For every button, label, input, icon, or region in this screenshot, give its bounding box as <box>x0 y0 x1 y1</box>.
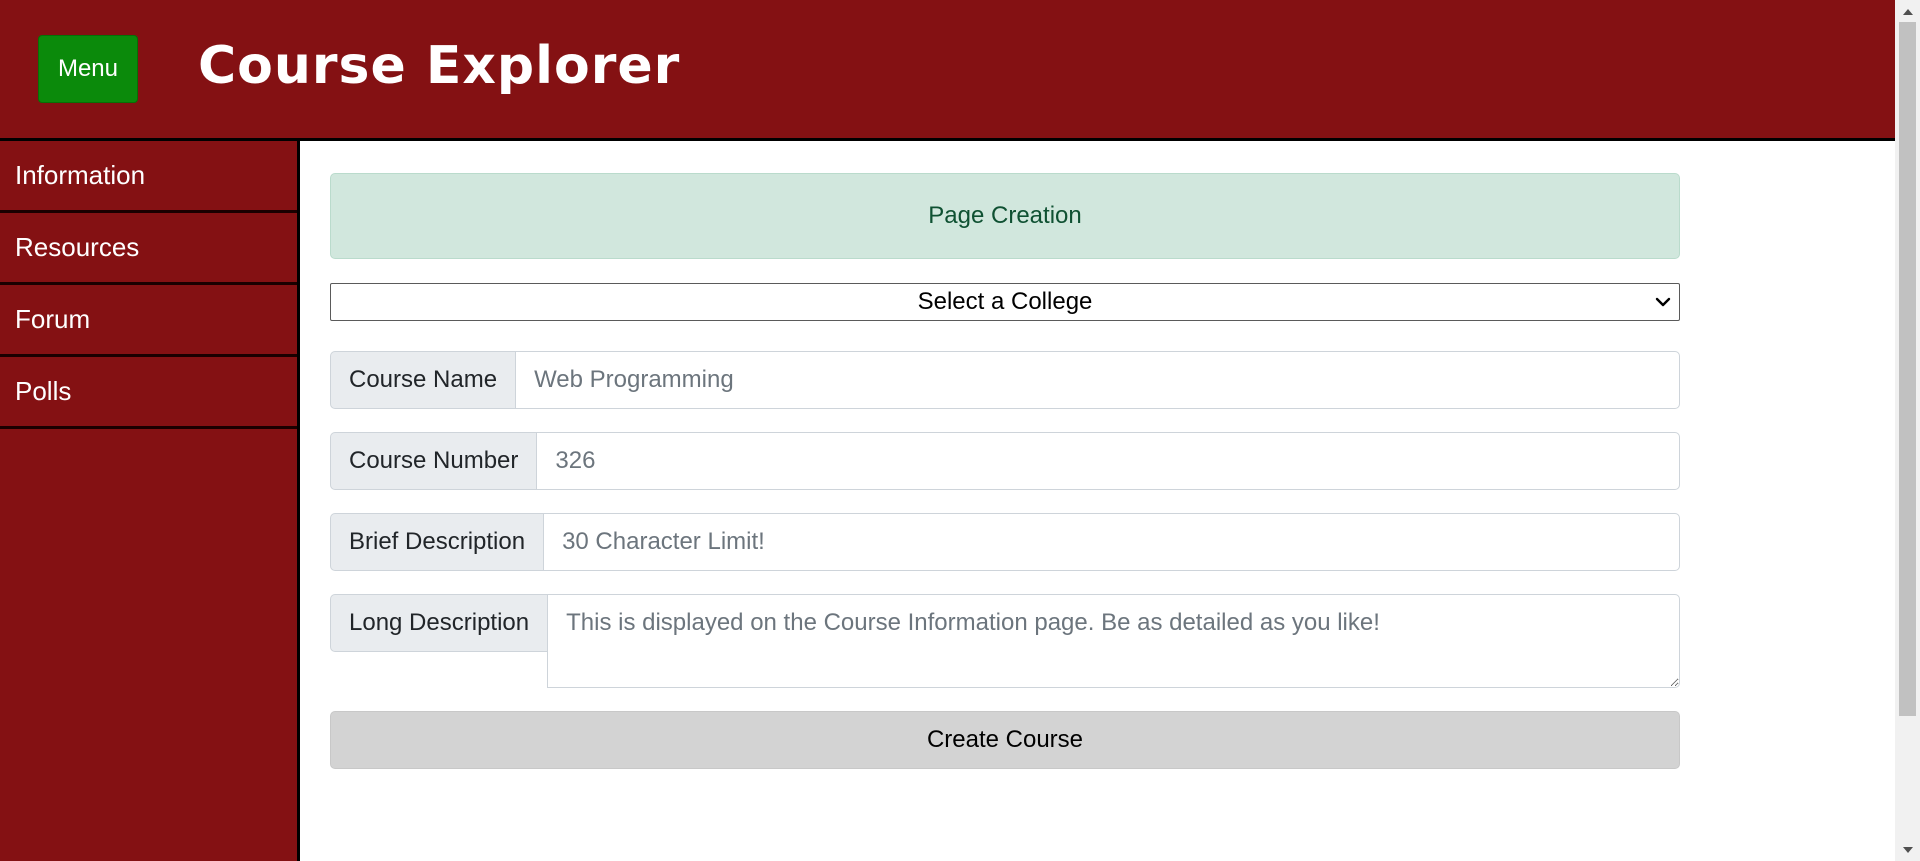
brief-description-input[interactable] <box>543 513 1680 571</box>
app-title: Course Explorer <box>198 36 681 96</box>
long-description-label: Long Description <box>330 594 548 652</box>
scroll-up-arrow-icon[interactable] <box>1895 0 1920 22</box>
page: Menu Course Explorer Information Resourc… <box>0 0 1895 861</box>
course-number-input[interactable] <box>536 432 1680 490</box>
sidebar-item-polls[interactable]: Polls <box>0 357 297 429</box>
scroll-down-arrow-icon[interactable] <box>1895 839 1920 861</box>
course-name-label: Course Name <box>330 351 516 409</box>
course-name-input[interactable] <box>515 351 1680 409</box>
sidebar-item-label: Polls <box>15 376 72 406</box>
course-number-label: Course Number <box>330 432 537 490</box>
app-header: Menu Course Explorer <box>0 0 1895 141</box>
sidebar: Information Resources Forum Polls <box>0 141 300 861</box>
course-number-group: Course Number <box>330 432 1680 490</box>
college-select-value: Select a College <box>917 288 1093 315</box>
brief-description-group: Brief Description <box>330 513 1680 571</box>
create-course-button[interactable]: Create Course <box>330 711 1680 769</box>
brief-description-label: Brief Description <box>330 513 544 571</box>
sidebar-item-label: Information <box>15 160 146 190</box>
sidebar-item-forum[interactable]: Forum <box>0 285 297 357</box>
sidebar-item-label: Forum <box>15 304 91 334</box>
chevron-down-icon <box>1655 297 1671 307</box>
menu-button[interactable]: Menu <box>38 35 138 103</box>
course-creation-form: Page Creation Select a College Course Na… <box>330 173 1680 769</box>
page-creation-alert: Page Creation <box>330 173 1680 259</box>
scrollbar-thumb[interactable] <box>1899 22 1916 716</box>
sidebar-item-information[interactable]: Information <box>0 141 297 213</box>
college-select[interactable]: Select a College <box>330 283 1680 321</box>
long-description-group: Long Description <box>330 594 1680 688</box>
course-name-group: Course Name <box>330 351 1680 409</box>
vertical-scrollbar[interactable] <box>1895 0 1920 861</box>
sidebar-item-resources[interactable]: Resources <box>0 213 297 285</box>
long-description-textarea[interactable] <box>547 594 1680 688</box>
sidebar-item-label: Resources <box>15 232 140 262</box>
